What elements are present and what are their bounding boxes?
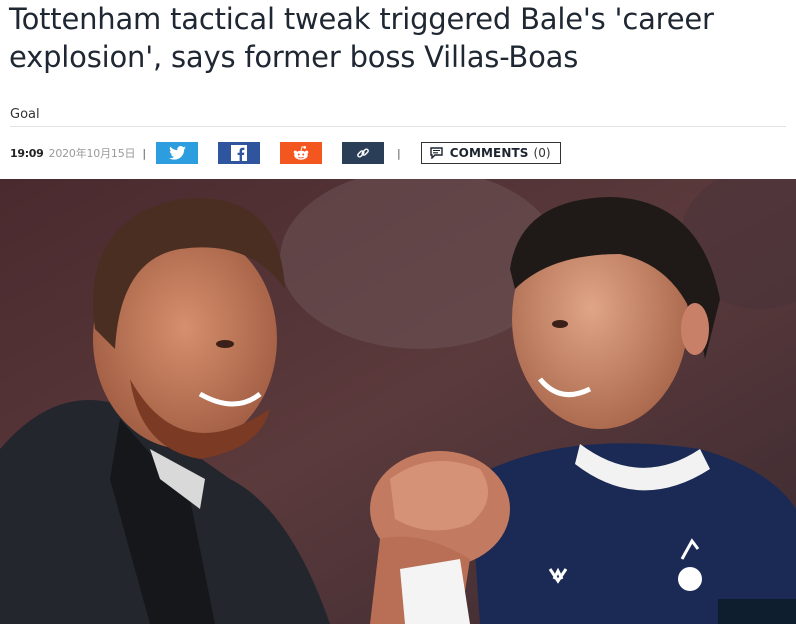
comments-button[interactable]: COMMENTS (0)	[420, 142, 561, 164]
share-twitter-button[interactable]	[156, 142, 199, 164]
comments-label: COMMENTS	[449, 146, 529, 160]
share-facebook-button[interactable]	[218, 142, 261, 164]
publish-time: 19:09	[10, 146, 44, 160]
share-link-button[interactable]	[342, 142, 385, 164]
comment-icon	[430, 147, 443, 159]
article-source[interactable]: Goal	[10, 107, 40, 122]
article-meta-row: 19:09 2020年10月15日 | | COMMENTS (0)	[10, 141, 786, 165]
article-hero-image	[0, 179, 796, 624]
publish-date: 2020年10月15日	[48, 147, 136, 160]
comments-count: (0)	[533, 146, 551, 160]
twitter-icon	[168, 146, 186, 160]
facebook-icon	[231, 145, 248, 161]
divider	[10, 126, 786, 127]
article-headline: Tottenham tactical tweak triggered Bale'…	[9, 2, 714, 74]
meta-separator: |	[397, 146, 401, 160]
link-icon	[357, 148, 369, 158]
share-reddit-button[interactable]	[280, 142, 323, 164]
reddit-icon	[293, 146, 309, 160]
hero-photo	[0, 179, 796, 624]
meta-separator: |	[142, 146, 147, 160]
